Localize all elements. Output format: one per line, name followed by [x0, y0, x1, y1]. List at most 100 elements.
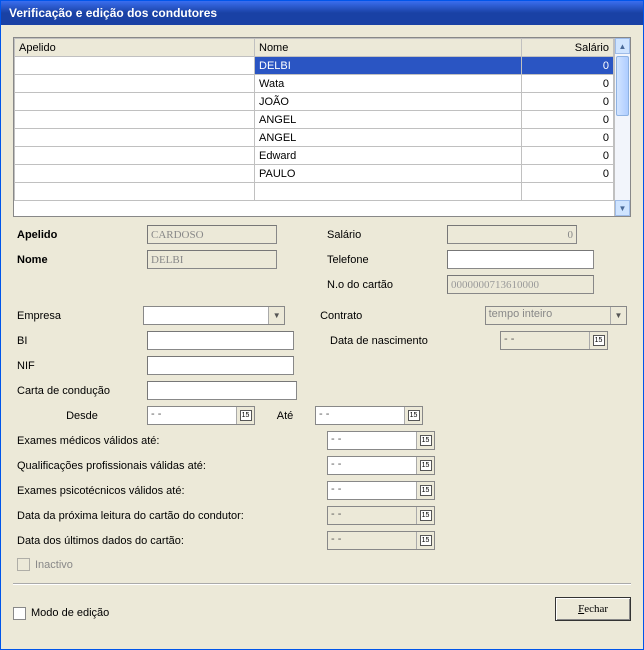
- apelido-field[interactable]: [147, 225, 277, 244]
- label-nome: Nome: [17, 254, 147, 266]
- cell-nome: Wata: [255, 75, 522, 93]
- cell-apelido: [15, 57, 255, 75]
- calendar-icon: 15: [240, 410, 252, 421]
- bi-field[interactable]: [147, 331, 294, 350]
- label-telefone: Telefone: [327, 254, 447, 266]
- exames-psico-field[interactable]: - - 15: [327, 481, 435, 500]
- scroll-up-button[interactable]: ▲: [615, 38, 630, 54]
- date-text: - -: [328, 507, 416, 524]
- contrato-combo-text: tempo inteiro: [486, 307, 610, 324]
- label-data-nascimento: Data de nascimento: [330, 335, 500, 347]
- calendar-button[interactable]: 15: [416, 532, 434, 549]
- divider: [13, 583, 631, 585]
- scroll-down-button[interactable]: ▼: [615, 200, 630, 216]
- label-exames-psico: Exames psicotécnicos válidos até:: [17, 485, 327, 497]
- date-text: - -: [316, 407, 404, 424]
- label-exames-medicos: Exames médicos válidos até:: [17, 435, 327, 447]
- date-text: - -: [501, 332, 589, 349]
- data-nascimento-field[interactable]: - - 15: [500, 331, 608, 350]
- exames-medicos-field[interactable]: - - 15: [327, 431, 435, 450]
- cell-salario: 0: [522, 129, 614, 147]
- table-row[interactable]: Wata0: [15, 75, 614, 93]
- calendar-button[interactable]: 15: [416, 482, 434, 499]
- cell-salario: 0: [522, 165, 614, 183]
- scroll-track[interactable]: [615, 54, 630, 200]
- calendar-button[interactable]: 15: [416, 507, 434, 524]
- nif-field[interactable]: [147, 356, 294, 375]
- label-contrato: Contrato: [320, 310, 485, 322]
- table-row[interactable]: ANGEL0: [15, 111, 614, 129]
- modo-edicao-checkbox[interactable]: [13, 607, 26, 620]
- label-apelido: Apelido: [17, 229, 147, 241]
- date-text: - -: [328, 457, 416, 474]
- desde-field[interactable]: - - 15: [147, 406, 255, 425]
- nome-field[interactable]: [147, 250, 277, 269]
- label-proxima-leitura: Data da próxima leitura do cartão do con…: [17, 510, 327, 522]
- dropdown-icon: ▼: [610, 307, 626, 324]
- ultimos-dados-field[interactable]: - - 15: [327, 531, 435, 550]
- table-row[interactable]: Edward0: [15, 147, 614, 165]
- window-title: Verificação e edição dos condutores: [9, 6, 217, 20]
- label-nif: NIF: [17, 360, 147, 372]
- cell-apelido: [15, 93, 255, 111]
- form-area: Apelido Nome Salário Telefone: [13, 217, 631, 575]
- contrato-combo[interactable]: tempo inteiro ▼: [485, 306, 627, 325]
- label-modo-edicao: Modo de edição: [31, 607, 109, 619]
- ate-field[interactable]: - - 15: [315, 406, 423, 425]
- cell-apelido: [15, 183, 255, 201]
- calendar-button[interactable]: 15: [416, 457, 434, 474]
- col-header-apelido[interactable]: Apelido: [15, 39, 255, 57]
- titlebar: Verificação e edição dos condutores: [1, 1, 643, 25]
- vertical-scrollbar[interactable]: ▲ ▼: [614, 38, 630, 216]
- telefone-field[interactable]: [447, 250, 594, 269]
- label-salario: Salário: [327, 229, 447, 241]
- table-row[interactable]: JOÃO0: [15, 93, 614, 111]
- cell-salario: 0: [522, 93, 614, 111]
- label-ncartao: N.o do cartão: [327, 279, 447, 291]
- label-inactivo: Inactivo: [35, 559, 73, 571]
- empresa-combo[interactable]: ▼: [143, 306, 285, 325]
- calendar-icon: 15: [420, 510, 432, 521]
- label-bi: BI: [17, 335, 147, 347]
- cell-apelido: [15, 75, 255, 93]
- table-row[interactable]: [15, 183, 614, 201]
- scroll-thumb[interactable]: [616, 56, 629, 116]
- table-row[interactable]: PAULO0: [15, 165, 614, 183]
- date-text: - -: [328, 532, 416, 549]
- qualificacoes-field[interactable]: - - 15: [327, 456, 435, 475]
- calendar-icon: 15: [408, 410, 420, 421]
- fechar-button[interactable]: Fechar: [555, 597, 631, 621]
- col-header-nome[interactable]: Nome: [255, 39, 522, 57]
- cell-nome: PAULO: [255, 165, 522, 183]
- cell-nome: [255, 183, 522, 201]
- window: Verificação e edição dos condutores Apel…: [0, 0, 644, 650]
- cell-salario: 0: [522, 147, 614, 165]
- label-ultimos-dados: Data dos últimos dados do cartão:: [17, 535, 327, 547]
- cell-nome: JOÃO: [255, 93, 522, 111]
- cell-nome: ANGEL: [255, 129, 522, 147]
- calendar-button[interactable]: 15: [589, 332, 607, 349]
- modo-edicao-row[interactable]: Modo de edição: [13, 607, 109, 620]
- col-header-salario[interactable]: Salário: [522, 39, 614, 57]
- date-text: - -: [148, 407, 236, 424]
- calendar-button[interactable]: 15: [404, 407, 422, 424]
- cell-nome: Edward: [255, 147, 522, 165]
- cell-apelido: [15, 147, 255, 165]
- dropdown-icon: ▼: [268, 307, 284, 324]
- date-text: - -: [328, 432, 416, 449]
- table-row[interactable]: DELBI0: [15, 57, 614, 75]
- calendar-button[interactable]: 15: [416, 432, 434, 449]
- ncartao-field[interactable]: [447, 275, 594, 294]
- label-qualificacoes: Qualificações profissionais válidas até:: [17, 460, 327, 472]
- table-row[interactable]: ANGEL0: [15, 129, 614, 147]
- cell-apelido: [15, 111, 255, 129]
- carta-conducao-field[interactable]: [147, 381, 297, 400]
- label-carta-conducao: Carta de condução: [17, 385, 147, 397]
- salario-field[interactable]: [447, 225, 577, 244]
- proxima-leitura-field[interactable]: - - 15: [327, 506, 435, 525]
- cell-nome: DELBI: [255, 57, 522, 75]
- calendar-icon: 15: [420, 485, 432, 496]
- table-header-row: Apelido Nome Salário: [15, 39, 614, 57]
- calendar-button[interactable]: 15: [236, 407, 254, 424]
- date-text: - -: [328, 482, 416, 499]
